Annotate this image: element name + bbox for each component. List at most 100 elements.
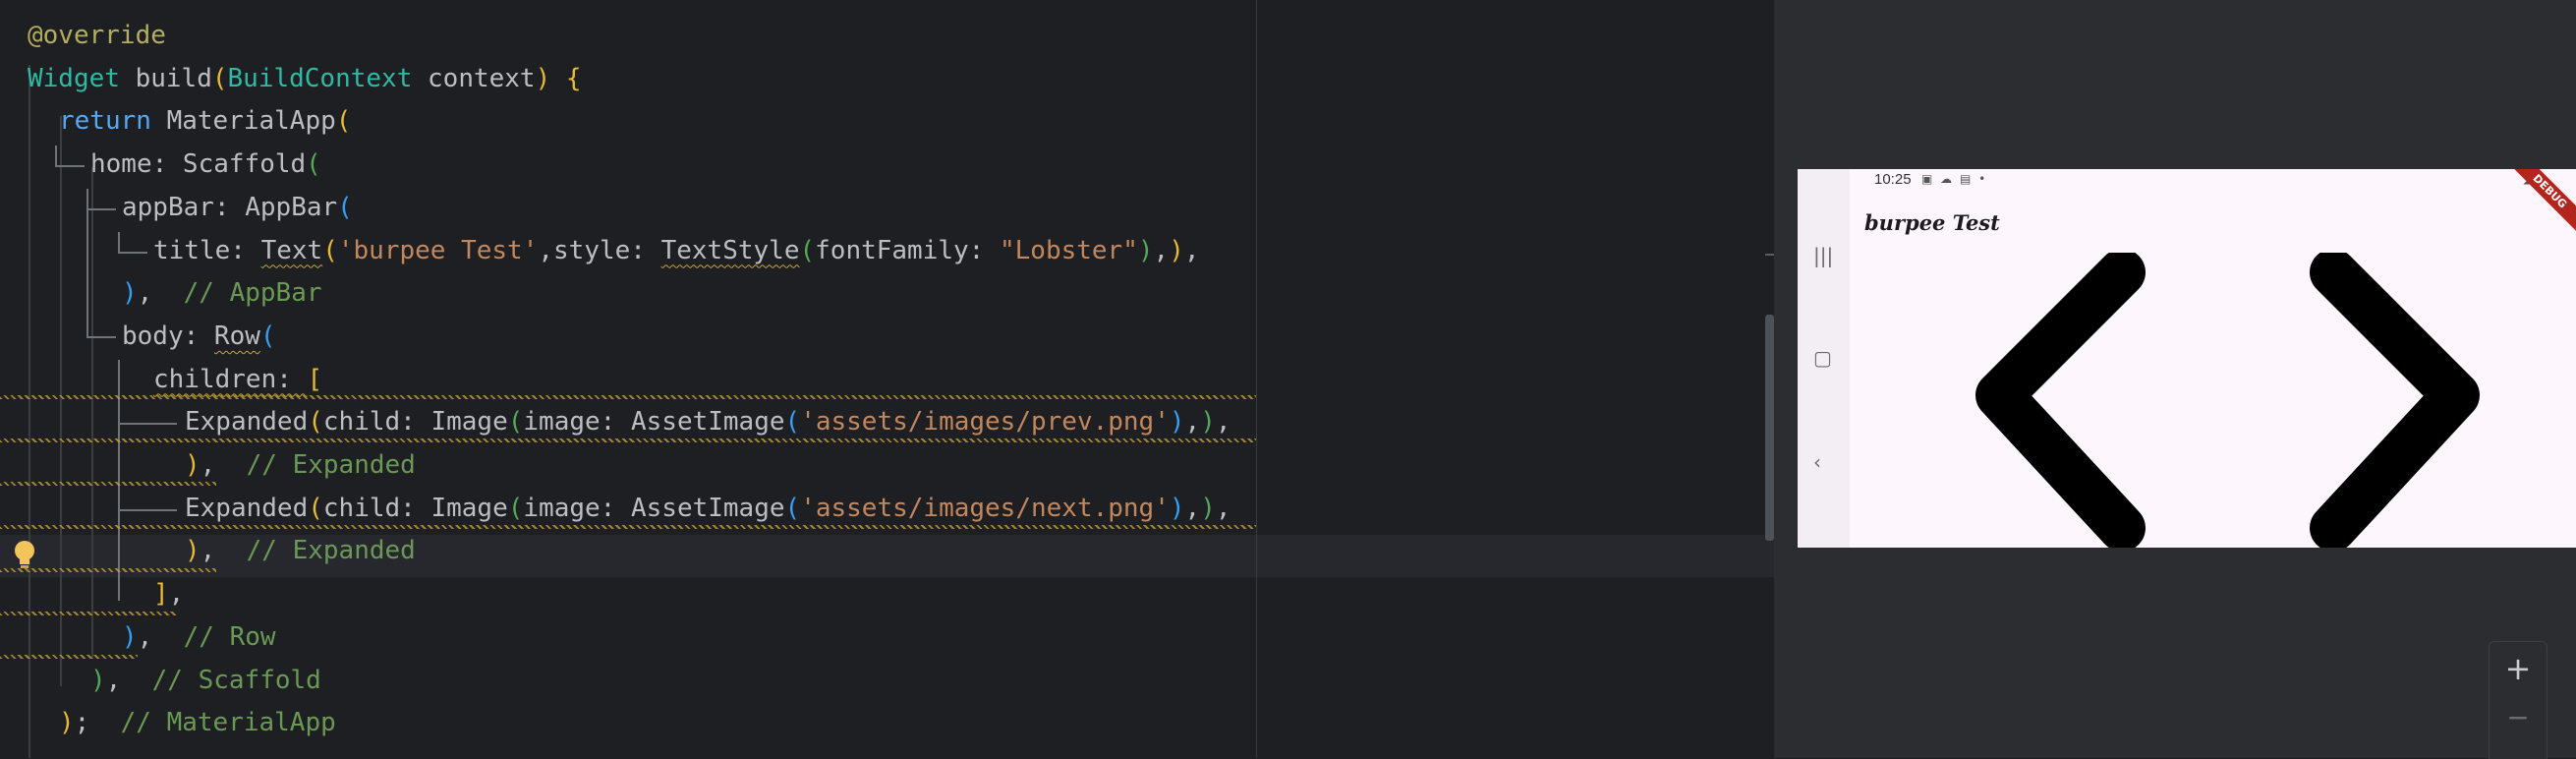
next-arrow-image[interactable]	[2264, 253, 2540, 548]
code-token: (	[507, 493, 524, 523]
code-token: (	[308, 407, 323, 438]
code-line[interactable]: body: Row(	[122, 315, 276, 358]
code-token: 'assets/images/prev.png'	[800, 407, 1170, 438]
code-token: (	[337, 192, 353, 222]
code-token: )	[1200, 407, 1216, 438]
code-line[interactable]: ), // Row	[122, 615, 276, 659]
code-line[interactable]: home: Scaffold(	[90, 143, 321, 186]
device-screen[interactable]: ||| ▢ ‹ 10:25 ▣ ☁ ▤ • ◢ ▮ burpee Test DE…	[1798, 169, 2576, 548]
code-token: 'burpee Test'	[337, 235, 539, 265]
code-token: ,	[1215, 493, 1231, 523]
code-token: )	[59, 708, 75, 738]
tree-connector	[55, 146, 57, 167]
code-line[interactable]: appBar: AppBar(	[122, 186, 353, 229]
zoom-in-button[interactable]: +	[2490, 650, 2547, 687]
tree-connector	[86, 336, 116, 338]
code-token: image:	[523, 407, 631, 438]
code-token: ,style:	[538, 235, 661, 265]
status-time: 10:25	[1874, 171, 1912, 188]
code-line[interactable]: @override	[28, 14, 166, 57]
back-icon[interactable]: ‹	[1813, 450, 1821, 474]
code-token: context	[428, 63, 536, 93]
code-line[interactable]: return MaterialApp(	[59, 99, 351, 143]
code-token: image:	[523, 493, 631, 523]
code-token: )	[1137, 235, 1154, 265]
code-token: // MaterialApp	[120, 708, 336, 738]
home-icon[interactable]: ▢	[1813, 346, 1832, 370]
code-token: AssetImage	[630, 407, 785, 438]
recent-apps-icon[interactable]: |||	[1813, 244, 1833, 267]
code-line[interactable]: ); // MaterialApp	[59, 701, 336, 744]
code-token: [	[307, 364, 323, 394]
code-token: ,	[200, 536, 247, 566]
code-token: Image	[430, 407, 508, 438]
code-token: BuildContext	[227, 63, 429, 93]
code-token: ,	[1215, 407, 1231, 438]
prev-arrow-image[interactable]	[1916, 253, 2191, 548]
code-line[interactable]: Widget build(BuildContext context) {	[28, 57, 582, 100]
tree-connector	[118, 509, 177, 511]
code-token: )	[1169, 235, 1184, 265]
code-line[interactable]: title: Text('burpee Test',style: TextSty…	[153, 229, 1200, 272]
tree-connector	[55, 165, 85, 167]
code-token: ,	[1153, 235, 1170, 265]
tree-connector	[118, 252, 147, 254]
code-line[interactable]: ), // Expanded	[185, 443, 416, 487]
editor-scrollbar[interactable]	[1765, 315, 1774, 541]
code-token: ,	[137, 278, 184, 309]
code-line[interactable]: children: [	[153, 358, 322, 401]
code-token: )	[1169, 493, 1185, 523]
tree-connector	[118, 232, 120, 254]
code-token: Image	[430, 493, 508, 523]
code-token: (	[335, 106, 352, 137]
tree-connector	[86, 189, 88, 338]
code-token: home:	[90, 149, 183, 180]
code-token: Scaffold	[182, 149, 307, 180]
code-token: (	[259, 321, 276, 351]
code-token: // Expanded	[246, 536, 416, 566]
code-token: )	[185, 450, 200, 480]
code-line[interactable]: ), // AppBar	[122, 271, 322, 315]
indent-guide	[91, 167, 93, 659]
code-token: // Scaffold	[151, 665, 321, 695]
code-token: fontFamily:	[815, 235, 1000, 265]
code-token: ,	[1184, 407, 1201, 438]
code-token: ,	[168, 579, 185, 610]
code-token: MaterialApp	[166, 106, 336, 137]
code-line[interactable]: ), // Scaffold	[90, 659, 321, 702]
status-notification-icons: ▣ ☁ ▤ •	[1921, 172, 1988, 186]
code-token: (	[308, 493, 323, 523]
code-token: (	[799, 235, 816, 265]
code-token: // AppBar	[183, 278, 322, 309]
code-token: AssetImage	[630, 493, 785, 523]
code-editor[interactable]: @override Widget build(BuildContext conte…	[0, 0, 1774, 758]
warning-underline	[0, 482, 216, 486]
code-token: )	[185, 536, 200, 566]
code-token: Widget	[28, 63, 136, 93]
code-token: ,	[1183, 235, 1200, 265]
panel-splitter[interactable]	[1774, 0, 1792, 758]
code-token: )	[122, 278, 138, 309]
code-line[interactable]: ), // Expanded	[185, 529, 416, 572]
code-line[interactable]: ],	[153, 572, 184, 615]
code-token: ]	[153, 579, 169, 610]
tree-connector	[118, 423, 177, 425]
code-token: ;	[74, 708, 121, 738]
zoom-out-button[interactable]: −	[2490, 701, 2547, 733]
code-token: Text	[260, 235, 323, 265]
lightbulb-icon[interactable]	[12, 539, 37, 572]
code-token: )	[1200, 493, 1216, 523]
code-line[interactable]: Expanded(child: Image(image: AssetImage(…	[185, 487, 1231, 530]
code-token: (	[322, 235, 338, 265]
code-token: (	[784, 407, 801, 438]
code-token: // Row	[183, 621, 276, 652]
code-line[interactable]: Expanded(child: Image(image: AssetImage(…	[185, 400, 1231, 443]
code-token: TextStyle	[660, 235, 800, 265]
code-token: (	[306, 149, 321, 180]
code-token: "Lobster"	[999, 235, 1138, 265]
code-token: appBar:	[122, 192, 246, 222]
indent-guide	[60, 116, 62, 686]
code-token: )	[90, 665, 106, 695]
debug-banner: DEBUG	[2504, 169, 2576, 237]
code-token: return	[59, 106, 167, 137]
